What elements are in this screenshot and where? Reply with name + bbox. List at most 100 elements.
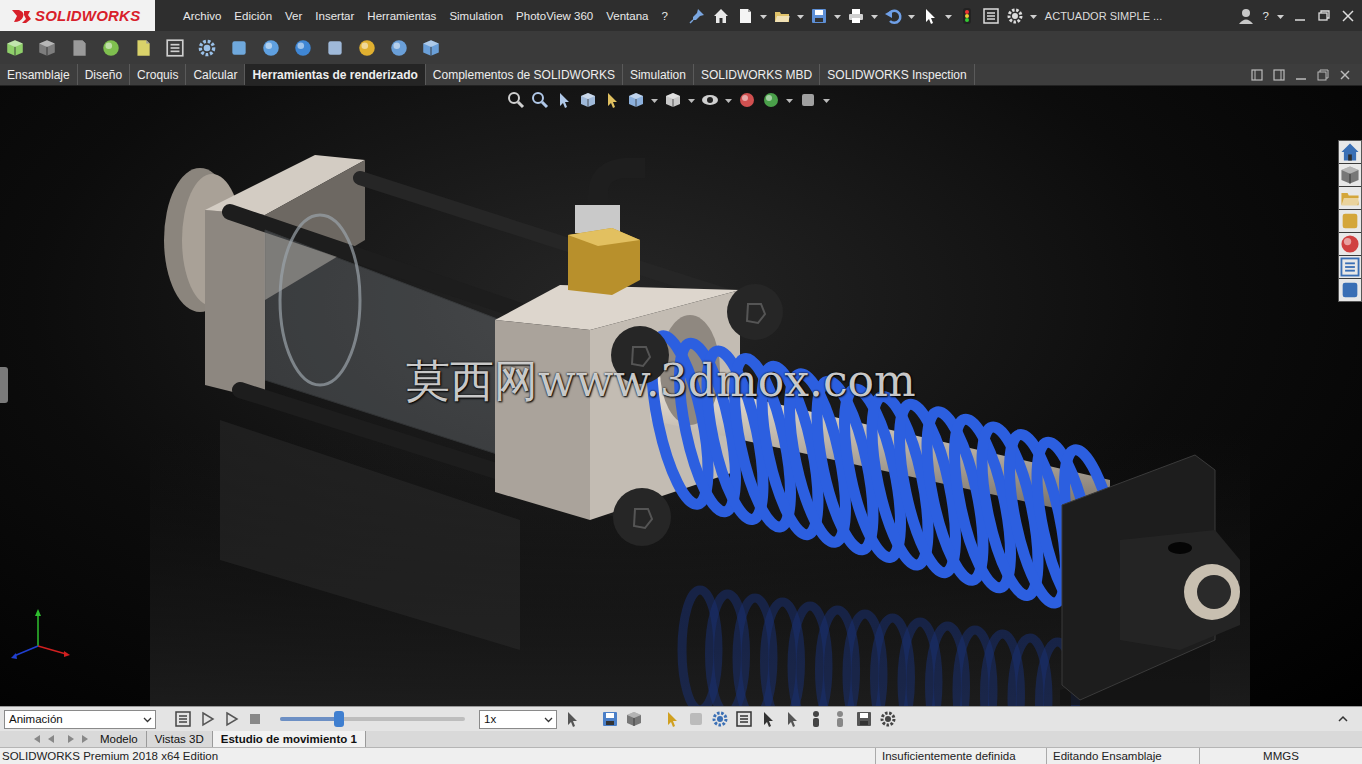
panel-right-icon[interactable] bbox=[1272, 68, 1286, 82]
graphics-area[interactable]: 莫西网www.3dmox.com bbox=[0, 86, 1362, 706]
menu-item[interactable]: Herramientas bbox=[367, 8, 436, 24]
gravity-icon[interactable] bbox=[783, 710, 801, 728]
forum-icon[interactable] bbox=[1339, 279, 1361, 301]
lights-icon[interactable] bbox=[357, 38, 377, 58]
help-button[interactable]: ? bbox=[1263, 10, 1269, 22]
hide-show-icon[interactable] bbox=[701, 91, 719, 109]
panel-left-icon[interactable] bbox=[1250, 68, 1264, 82]
minimize-icon[interactable] bbox=[1292, 8, 1308, 24]
menu-item[interactable]: Ventana bbox=[606, 8, 648, 24]
tab-scroll-arrows-icon[interactable] bbox=[0, 732, 92, 746]
section-view-icon[interactable] bbox=[579, 91, 597, 109]
dropdown-arrow-icon[interactable] bbox=[823, 91, 830, 109]
doc-restore-icon[interactable] bbox=[1316, 68, 1330, 82]
command-tab[interactable]: Ensamblaje bbox=[0, 64, 78, 85]
doc-close-icon[interactable] bbox=[1338, 68, 1352, 82]
menu-item[interactable]: PhotoView 360 bbox=[516, 8, 593, 24]
command-tab[interactable]: Complementos de SOLIDWORKS bbox=[426, 64, 623, 85]
edit-icon[interactable] bbox=[133, 38, 153, 58]
close-icon[interactable] bbox=[1340, 8, 1356, 24]
zoom-area-icon[interactable] bbox=[531, 91, 549, 109]
component-icon[interactable] bbox=[37, 38, 57, 58]
command-tab[interactable]: Diseño bbox=[78, 64, 130, 85]
doc-minimize-icon[interactable] bbox=[1294, 68, 1308, 82]
dropdown-arrow-icon[interactable] bbox=[786, 91, 793, 109]
dropdown-arrow-icon[interactable] bbox=[760, 7, 767, 25]
results-icon[interactable] bbox=[807, 710, 825, 728]
calculate-icon[interactable] bbox=[174, 710, 192, 728]
dropdown-arrow-icon[interactable] bbox=[908, 7, 915, 25]
playback-speed-dropdown[interactable]: 1x bbox=[479, 710, 557, 729]
pin-icon[interactable] bbox=[688, 7, 706, 25]
menu-item[interactable]: Archivo bbox=[183, 8, 221, 24]
command-tab[interactable]: Simulation bbox=[623, 64, 694, 85]
previous-view-icon[interactable] bbox=[555, 91, 573, 109]
time-slider-thumb[interactable] bbox=[334, 711, 344, 727]
open-folder-icon[interactable] bbox=[773, 7, 791, 25]
assembly-icon[interactable] bbox=[5, 38, 25, 58]
undo-icon[interactable] bbox=[884, 7, 902, 25]
study-type-dropdown[interactable]: Animación bbox=[4, 710, 156, 729]
appearances-icon[interactable] bbox=[1339, 233, 1361, 255]
command-tab[interactable]: Calcular bbox=[186, 64, 245, 85]
resources-icon[interactable] bbox=[1339, 141, 1361, 163]
menu-item[interactable]: Edición bbox=[234, 8, 272, 24]
motor-icon[interactable] bbox=[711, 710, 729, 728]
design-library-icon[interactable] bbox=[1339, 164, 1361, 186]
menu-item[interactable]: Simulation bbox=[449, 8, 503, 24]
collapse-icon[interactable] bbox=[1336, 712, 1350, 726]
animation-wizard-icon[interactable] bbox=[625, 710, 643, 728]
command-tab[interactable]: SOLIDWORKS Inspection bbox=[820, 64, 974, 85]
stop-icon[interactable] bbox=[246, 710, 264, 728]
dropdown-arrow-icon[interactable] bbox=[1277, 7, 1284, 25]
apply-scene-icon[interactable] bbox=[762, 91, 780, 109]
dropdown-arrow-icon[interactable] bbox=[688, 91, 695, 109]
dropdown-arrow-icon[interactable] bbox=[834, 7, 841, 25]
camera-icon[interactable] bbox=[325, 38, 345, 58]
view-settings-icon[interactable] bbox=[197, 38, 217, 58]
render-icon[interactable] bbox=[389, 38, 409, 58]
app-logo-area[interactable]: SOLIDWORKS bbox=[0, 0, 155, 31]
dropdown-arrow-icon[interactable] bbox=[797, 7, 804, 25]
restore-icon[interactable] bbox=[1316, 8, 1332, 24]
rebuild-traffic-light-icon[interactable] bbox=[958, 7, 976, 25]
schedule-render-icon[interactable] bbox=[421, 38, 441, 58]
dropdown-arrow-icon[interactable] bbox=[725, 91, 732, 109]
file-explorer-icon[interactable] bbox=[1339, 187, 1361, 209]
view-palette-icon[interactable] bbox=[1339, 210, 1361, 232]
time-slider[interactable] bbox=[280, 717, 465, 721]
custom-properties-icon[interactable] bbox=[1339, 256, 1361, 278]
play-icon[interactable] bbox=[222, 710, 240, 728]
command-tab[interactable]: Herramientas de renderizado bbox=[245, 64, 425, 85]
study-properties-icon[interactable] bbox=[855, 710, 873, 728]
appearance-icon[interactable] bbox=[101, 38, 121, 58]
list-icon[interactable] bbox=[165, 38, 185, 58]
command-tab[interactable]: Croquis bbox=[130, 64, 186, 85]
bottom-tab[interactable]: Vistas 3D bbox=[147, 731, 213, 747]
dropdown-arrow-icon[interactable] bbox=[871, 7, 878, 25]
view-orientation-icon[interactable] bbox=[627, 91, 645, 109]
zoom-to-fit-icon[interactable] bbox=[507, 91, 525, 109]
select-pointer-icon[interactable] bbox=[921, 7, 939, 25]
dynamic-annotation-icon[interactable] bbox=[603, 91, 621, 109]
scene-icon[interactable] bbox=[261, 38, 281, 58]
plot-icon[interactable] bbox=[831, 710, 849, 728]
file-properties-icon[interactable] bbox=[982, 7, 1000, 25]
drawing-icon[interactable] bbox=[69, 38, 89, 58]
bottom-tab[interactable]: Estudio de movimiento 1 bbox=[213, 731, 366, 747]
view-settings-icon[interactable] bbox=[799, 91, 817, 109]
play-from-start-icon[interactable] bbox=[198, 710, 216, 728]
options-gear-icon[interactable] bbox=[1006, 7, 1024, 25]
user-account-icon[interactable] bbox=[1237, 7, 1255, 25]
print-icon[interactable] bbox=[847, 7, 865, 25]
save-animation-icon[interactable] bbox=[601, 710, 619, 728]
command-tab[interactable]: SOLIDWORKS MBD bbox=[694, 64, 820, 85]
menu-item[interactable]: Ver bbox=[285, 8, 302, 24]
dropdown-arrow-icon[interactable] bbox=[651, 91, 658, 109]
chevron-down-icon[interactable] bbox=[143, 715, 152, 724]
display-style-icon[interactable] bbox=[664, 91, 682, 109]
menu-item[interactable]: ? bbox=[661, 8, 667, 24]
autokey-icon[interactable] bbox=[663, 710, 681, 728]
contact-icon[interactable] bbox=[759, 710, 777, 728]
spring-icon[interactable] bbox=[735, 710, 753, 728]
